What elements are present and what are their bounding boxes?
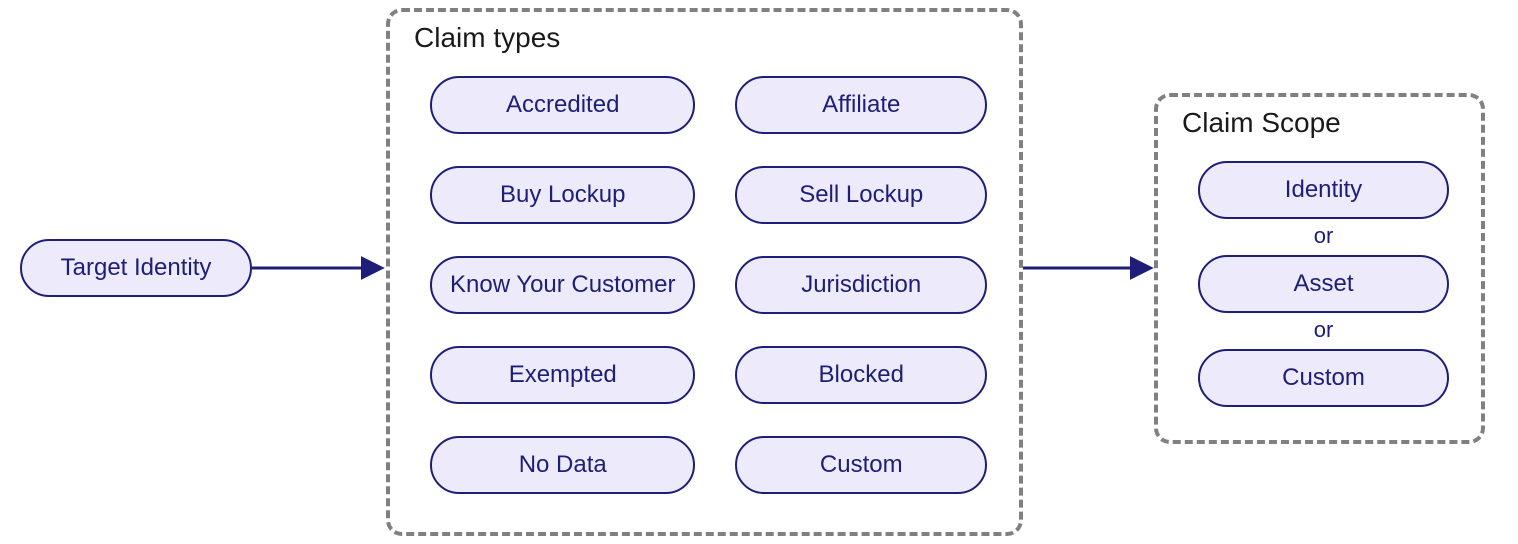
claim-type-exempted: Exempted	[430, 346, 695, 404]
claim-type-label: No Data	[519, 451, 607, 479]
claim-scope-identity: Identity	[1198, 161, 1449, 219]
claim-type-accredited: Accredited	[430, 76, 695, 134]
claim-types-box: Claim types Accredited Affiliate Buy Loc…	[386, 8, 1023, 536]
target-identity-label: Target Identity	[61, 254, 212, 282]
claim-scope-title: Claim Scope	[1182, 107, 1341, 139]
claim-scope-box: Claim Scope Identity or Asset or Custom	[1154, 93, 1485, 444]
claim-type-label: Buy Lockup	[500, 181, 625, 209]
claim-type-kyc: Know Your Customer	[430, 256, 695, 314]
claim-type-label: Know Your Customer	[450, 271, 675, 299]
scope-separator: or	[1314, 317, 1334, 343]
claim-type-label: Custom	[820, 451, 903, 479]
claim-type-affiliate: Affiliate	[735, 76, 987, 134]
claim-scope-label: Custom	[1282, 364, 1365, 392]
claim-types-grid: Accredited Affiliate Buy Lockup Sell Loc…	[430, 76, 987, 494]
claim-type-buy-lockup: Buy Lockup	[430, 166, 695, 224]
claim-scope-asset: Asset	[1198, 255, 1449, 313]
arrow-types-to-scope	[1023, 254, 1161, 282]
claim-type-custom: Custom	[735, 436, 987, 494]
claim-type-label: Sell Lockup	[799, 181, 923, 209]
claim-type-no-data: No Data	[430, 436, 695, 494]
claim-type-blocked: Blocked	[735, 346, 987, 404]
target-identity-pill: Target Identity	[20, 239, 252, 297]
claim-scope-label: Asset	[1293, 270, 1353, 298]
claim-scope-stack: Identity or Asset or Custom	[1198, 161, 1449, 407]
claim-type-label: Accredited	[506, 91, 619, 119]
claim-type-jurisdiction: Jurisdiction	[735, 256, 987, 314]
claim-scope-custom: Custom	[1198, 349, 1449, 407]
claim-type-label: Affiliate	[822, 91, 900, 119]
claim-type-sell-lockup: Sell Lockup	[735, 166, 987, 224]
claim-type-label: Blocked	[819, 361, 904, 389]
claim-type-label: Jurisdiction	[801, 271, 921, 299]
scope-separator: or	[1314, 223, 1334, 249]
arrow-target-to-types	[252, 254, 392, 282]
claim-scope-label: Identity	[1285, 176, 1362, 204]
claim-type-label: Exempted	[509, 361, 617, 389]
claim-types-title: Claim types	[414, 22, 560, 54]
